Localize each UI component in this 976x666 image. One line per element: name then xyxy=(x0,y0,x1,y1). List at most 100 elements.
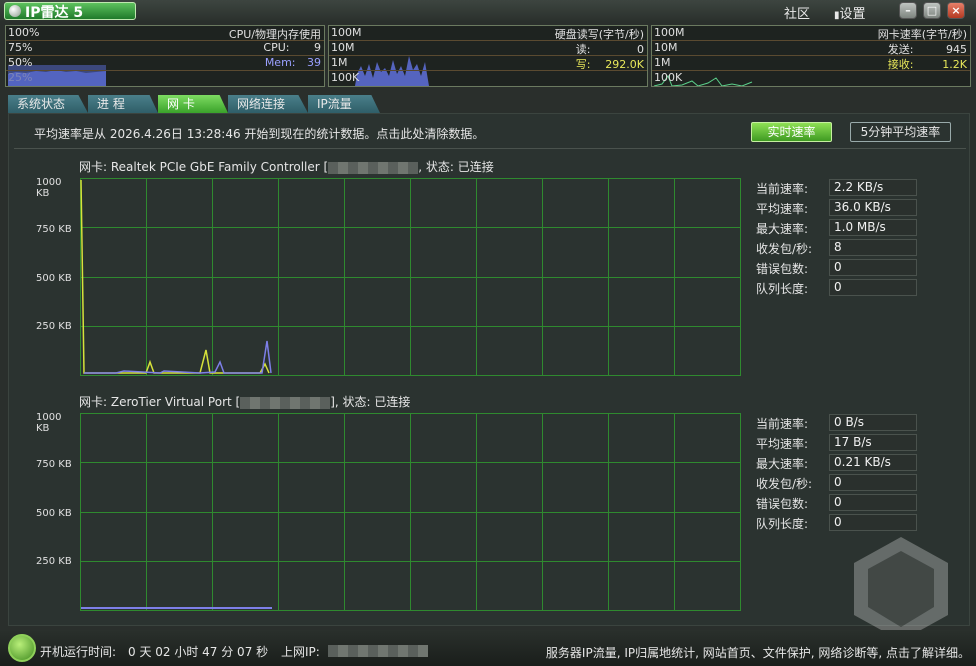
adapter-1-title: 网卡: Realtek PCIe GbE Family Controller [… xyxy=(79,158,494,175)
community-link[interactable]: 社区 xyxy=(784,3,810,22)
net-recv-value: 1.2K xyxy=(942,58,967,71)
adapter-2-queue-value: 0 xyxy=(829,514,917,531)
adapter-1-queue-label: 队列长度: xyxy=(756,282,809,296)
disk-scale-1m: 1M xyxy=(331,56,348,69)
adapter-1-mac-redacted xyxy=(328,161,419,174)
tab-network-adapter[interactable]: 网 卡 xyxy=(158,95,228,113)
minimize-button[interactable]: – xyxy=(899,2,917,19)
adapter-1-name: 网卡: Realtek PCIe GbE Family Controller [ xyxy=(79,160,329,174)
net-send-readout: 发送: 945 xyxy=(888,41,967,57)
adapter-1-traffic-graph xyxy=(80,178,741,376)
mem-readout: Mem: 39 xyxy=(265,56,321,69)
app-logo: IP雷达 5 xyxy=(4,2,136,21)
adapter-1-max-rate-value: 1.0 MB/s xyxy=(829,219,917,236)
graph-1-series-blue xyxy=(84,340,272,374)
settings-link[interactable]: ▮设置 xyxy=(834,3,866,22)
mem-label: Mem: xyxy=(264,56,296,69)
net-scale-10m: 10M xyxy=(654,41,678,54)
adapter-2-errors-label: 错误包数: xyxy=(756,497,809,511)
adapter-2-max-rate-label: 最大速率: xyxy=(756,457,809,471)
close-button[interactable]: × xyxy=(947,2,965,19)
graph-2-ytick-500: 500 KB xyxy=(36,508,72,519)
cpu-scale-75: 75% xyxy=(8,41,33,54)
settings-label: 设置 xyxy=(839,7,866,22)
adapter-2-average-rate-label: 平均速率: xyxy=(756,437,809,451)
adapter-1-average-rate-value: 36.0 KB/s xyxy=(829,199,917,216)
disk-write-value: 292.0K xyxy=(605,58,644,71)
graph-2-ytick-250: 250 KB xyxy=(36,556,72,567)
disk-write-label: 写: xyxy=(575,58,591,71)
adapter-2-mac-redacted xyxy=(240,396,331,409)
adapter-2-errors-value: 0 xyxy=(829,494,917,511)
uptime-value: 0 天 02 小时 47 分 07 秒 xyxy=(128,645,269,659)
graph-1-series-yellow xyxy=(80,179,270,374)
stats-info-line[interactable]: 平均速率是从 2026.4.26日 13:28:46 开始到现在的统计数据。点击… xyxy=(34,125,484,142)
adapter-2-current-rate-value: 0 B/s xyxy=(829,414,917,431)
graph-1-ytick-250: 250 KB xyxy=(36,321,72,332)
net-recv-label: 接收: xyxy=(887,58,914,71)
adapter-1-current-rate-value: 2.2 KB/s xyxy=(829,179,917,196)
graph-1-ytick-500: 500 KB xyxy=(36,273,72,284)
status-bar: 开机运行时间: 0 天 02 小时 47 分 07 秒 上网IP: 服务器IP流… xyxy=(0,630,976,666)
adapter-2-max-rate-value: 0.21 KB/s xyxy=(829,454,917,471)
adapter-2-current-rate-label: 当前速率: xyxy=(756,417,809,431)
adapter-1-packets-label: 收发包/秒: xyxy=(756,242,813,256)
adapter-2-name: 网卡: ZeroTier Virtual Port [ xyxy=(79,395,241,409)
divider xyxy=(14,148,966,149)
net-scale-100k: 100K xyxy=(654,71,683,84)
graph-2-ytick-1000: 1000 KB xyxy=(36,412,62,434)
net-monitor: 100M 网卡速率(字节/秒) 10M 发送: 945 1M 接收: 1.2K 1… xyxy=(651,25,971,87)
adapter-1-current-rate-label: 当前速率: xyxy=(756,182,809,196)
net-send-value: 945 xyxy=(946,43,967,56)
disk-scale-100m: 100M xyxy=(331,26,362,39)
adapter-1-status: , 状态: 已连接 xyxy=(418,160,494,174)
cpu-label: CPU: xyxy=(263,41,290,54)
cpu-scale-100: 100% xyxy=(8,26,40,39)
cpu-value: 9 xyxy=(314,41,321,54)
tab-processes[interactable]: 进 程 xyxy=(88,95,158,113)
adapter-2-status: ], 状态: 已连接 xyxy=(330,395,411,409)
adapter-1-average-rate-label: 平均速率: xyxy=(756,202,809,216)
maximize-button[interactable]: □ xyxy=(923,2,941,19)
adapter-2-packets-value: 0 xyxy=(829,474,917,491)
disk-monitor-title: 硬盘读写(字节/秒) xyxy=(554,28,644,41)
net-scale-1m: 1M xyxy=(654,56,671,69)
graph-2-ytick-750: 750 KB xyxy=(36,459,72,470)
disk-read-value: 0 xyxy=(637,43,644,56)
disk-read-label: 读: xyxy=(575,43,591,56)
adapter-1-errors-value: 0 xyxy=(829,259,917,276)
disk-read-readout: 读: 0 xyxy=(576,41,644,57)
disk-scale-10m: 10M xyxy=(331,41,355,54)
five-minute-average-button[interactable]: 5分钟平均速率 xyxy=(850,122,951,142)
mem-value: 39 xyxy=(307,56,321,69)
disk-write-readout: 写: 292.0K xyxy=(576,56,644,72)
graph-1-ytick-750: 750 KB xyxy=(36,224,72,235)
clock-icon xyxy=(8,634,36,662)
tab-connections[interactable]: 网络连接 xyxy=(228,95,308,113)
tab-system-status[interactable]: 系统状态 xyxy=(8,95,88,113)
adapter-1-max-rate-label: 最大速率: xyxy=(756,222,809,236)
cpu-scale-25: 25% xyxy=(8,71,33,84)
uptime-label: 开机运行时间: xyxy=(40,645,117,659)
promo-link[interactable]: 服务器IP流量, IP归属地统计, 网站首页、文件保护, 网络诊断等, 点击了解… xyxy=(546,644,970,661)
title-bar: IP雷达 5 社区 ▮设置 – □ × xyxy=(0,0,976,22)
watermark-logo xyxy=(854,537,948,641)
adapter-1-errors-label: 错误包数: xyxy=(756,262,809,276)
tab-ip-traffic[interactable]: IP流量 xyxy=(308,95,380,113)
ip-label: 上网IP: xyxy=(281,645,320,659)
cpu-scale-50: 50% xyxy=(8,56,33,69)
realtime-rate-button[interactable]: 实时速率 xyxy=(751,122,832,142)
app-title: IP雷达 5 xyxy=(25,5,84,21)
disk-monitor: 100M 硬盘读写(字节/秒) 10M 读: 0 1M 写: 292.0K 100… xyxy=(328,25,648,87)
adapter-1-packets-value: 8 xyxy=(829,239,917,256)
ip-value-redacted xyxy=(328,645,428,657)
cpu-monitor-title: CPU/物理内存使用 xyxy=(228,28,321,41)
adapter-2-title: 网卡: ZeroTier Virtual Port [ ], 状态: 已连接 xyxy=(79,393,410,410)
net-monitor-title: 网卡速率(字节/秒) xyxy=(877,28,967,41)
disk-scale-100k: 100K xyxy=(331,71,360,84)
net-scale-100m: 100M xyxy=(654,26,685,39)
cpu-readout: CPU: 9 xyxy=(263,41,321,54)
adapter-1-queue-value: 0 xyxy=(829,279,917,296)
net-send-label: 发送: xyxy=(887,43,914,56)
adapter-2-average-rate-value: 17 B/s xyxy=(829,434,917,451)
